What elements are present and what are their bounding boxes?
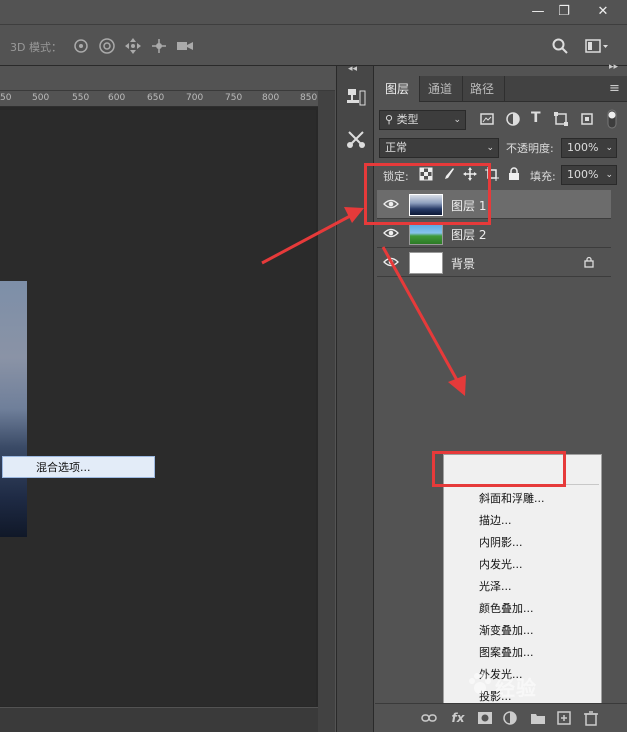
new-layer-icon[interactable] bbox=[556, 710, 572, 726]
document-canvas[interactable] bbox=[0, 110, 316, 706]
panel-tabs: 图层 通道 路径 ≡ bbox=[375, 76, 627, 102]
layers-panel-footer: fx bbox=[375, 703, 627, 732]
mountain-photo bbox=[0, 281, 27, 537]
menu-item-pattern-overlay[interactable]: 图案叠加... bbox=[444, 642, 601, 664]
layer-row[interactable]: 背景 bbox=[377, 248, 611, 277]
chevron-down-icon: ⌄ bbox=[605, 143, 613, 153]
fx-icon[interactable]: fx bbox=[450, 710, 466, 726]
chevron-down-icon: ⌄ bbox=[605, 170, 613, 180]
visibility-eye-icon[interactable] bbox=[383, 226, 399, 240]
menu-item-color-overlay[interactable]: 颜色叠加... bbox=[444, 598, 601, 620]
tab-channels[interactable]: 通道 bbox=[418, 76, 464, 102]
menu-item-stroke[interactable]: 描边... bbox=[444, 510, 601, 532]
chevron-down-icon: ⌄ bbox=[486, 143, 494, 153]
clone-source-icon[interactable] bbox=[345, 86, 367, 108]
link-layers-icon[interactable] bbox=[421, 710, 437, 726]
options-bar: 3D 模式： bbox=[0, 24, 627, 66]
slide-3d-icon[interactable] bbox=[150, 37, 168, 55]
close-button[interactable]: ✕ bbox=[583, 0, 623, 22]
watermark-paw-icon bbox=[466, 670, 494, 698]
adjustment-layer-icon[interactable] bbox=[502, 710, 518, 726]
annotation-box-layer bbox=[364, 163, 491, 225]
tool-preset-icon[interactable] bbox=[345, 128, 367, 150]
ruler-tick: 750 bbox=[225, 93, 243, 103]
filter-pixel-icon[interactable] bbox=[480, 112, 494, 126]
ruler-tick: 700 bbox=[186, 93, 204, 103]
chevron-down-icon: ⌄ bbox=[453, 115, 461, 125]
filter-shape-icon[interactable] bbox=[554, 112, 568, 126]
fill-input[interactable]: 100% ⌄ bbox=[561, 165, 617, 185]
title-bar: — ❐ ✕ bbox=[0, 0, 627, 24]
filter-toggle-switch[interactable] bbox=[607, 109, 617, 129]
document-tab-strip bbox=[0, 66, 335, 91]
pan-3d-icon[interactable] bbox=[124, 37, 142, 55]
ruler-tick: 650 bbox=[147, 93, 165, 103]
visibility-eye-icon[interactable] bbox=[383, 255, 399, 269]
restore-button[interactable]: ❐ bbox=[547, 0, 581, 22]
ruler-tick: 800 bbox=[262, 93, 280, 103]
opacity-label: 不透明度: bbox=[506, 142, 554, 155]
opacity-value: 100% bbox=[567, 141, 599, 154]
filter-adjustment-icon[interactable] bbox=[506, 112, 520, 126]
annotation-box-blending-options bbox=[432, 451, 566, 487]
orbit-3d-icon[interactable] bbox=[72, 37, 90, 55]
new-group-icon[interactable] bbox=[530, 710, 546, 726]
panel-menu-icon[interactable]: ≡ bbox=[609, 81, 620, 96]
menu-item-gradient-overlay[interactable]: 渐变叠加... bbox=[444, 620, 601, 642]
tab-paths[interactable]: 路径 bbox=[460, 76, 506, 102]
collapse-panel-icon[interactable]: ▸▸ bbox=[609, 62, 618, 72]
filter-type-icon[interactable]: T bbox=[531, 110, 541, 126]
horizontal-scrollbar[interactable] bbox=[0, 708, 318, 732]
roll-3d-icon[interactable] bbox=[98, 37, 116, 55]
layer-name: 图层 2 bbox=[451, 228, 487, 242]
fill-value: 100% bbox=[567, 168, 599, 181]
tab-layers[interactable]: 图层 bbox=[375, 76, 421, 102]
menu-item-blending-options[interactable]: 混合选项... bbox=[2, 456, 155, 478]
horizontal-ruler: 50 500 550 600 650 700 750 800 850 bbox=[0, 91, 318, 107]
menu-item-satin[interactable]: 光泽... bbox=[444, 576, 601, 598]
layer-thumbnail bbox=[409, 252, 443, 274]
3d-mode-label: 3D 模式： bbox=[10, 41, 62, 54]
workspace-icon[interactable] bbox=[585, 37, 609, 55]
search-icon: ⚲ bbox=[385, 113, 394, 126]
opacity-input[interactable]: 100% ⌄ bbox=[561, 138, 617, 158]
filter-smart-object-icon[interactable] bbox=[580, 112, 594, 126]
lock-all-icon[interactable] bbox=[507, 167, 521, 181]
layer-thumbnail bbox=[409, 223, 443, 245]
menu-item-inner-shadow[interactable]: 内阴影... bbox=[444, 532, 601, 554]
menu-item-inner-glow[interactable]: 内发光... bbox=[444, 554, 601, 576]
ruler-tick: 600 bbox=[108, 93, 126, 103]
blend-mode-dropdown[interactable]: 正常 ⌄ bbox=[379, 138, 499, 158]
ruler-tick: 850 bbox=[300, 93, 318, 103]
menu-item-bevel-emboss[interactable]: 斜面和浮雕... bbox=[444, 488, 601, 510]
trash-icon[interactable] bbox=[583, 710, 599, 726]
fill-label: 填充: bbox=[530, 170, 556, 183]
blend-mode-value: 正常 bbox=[385, 141, 407, 154]
search-icon[interactable] bbox=[551, 37, 569, 55]
collapse-dock-icon[interactable]: ◂◂ bbox=[348, 64, 357, 74]
layer-filter-dropdown[interactable]: ⚲ 类型 ⌄ bbox=[379, 110, 466, 130]
video-camera-icon[interactable] bbox=[176, 37, 194, 55]
vertical-scrollbar[interactable] bbox=[318, 91, 335, 732]
ruler-tick: 550 bbox=[72, 93, 90, 103]
add-mask-icon[interactable] bbox=[477, 710, 493, 726]
layer-name: 背景 bbox=[451, 257, 476, 271]
filter-kind-value: 类型 bbox=[396, 113, 419, 126]
ruler-tick: 50 bbox=[0, 93, 12, 103]
ruler-tick: 500 bbox=[32, 93, 50, 103]
lock-icon bbox=[583, 256, 595, 268]
watermark-text: 经验 bbox=[495, 676, 537, 700]
